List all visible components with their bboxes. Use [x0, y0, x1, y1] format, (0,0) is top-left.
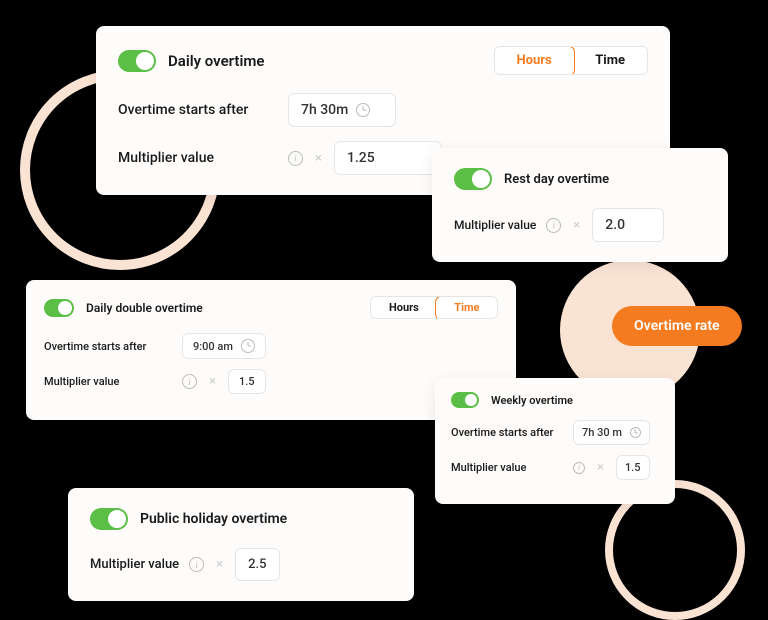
- times-symbol: ×: [595, 460, 606, 475]
- info-icon[interactable]: i: [573, 462, 585, 474]
- daily-overtime-toggle[interactable]: [118, 50, 156, 72]
- card-title: Weekly overtime: [491, 394, 573, 407]
- double-overtime-toggle[interactable]: [44, 299, 74, 317]
- starts-after-input[interactable]: 7h 30 m: [573, 420, 650, 445]
- multiplier-input[interactable]: 1.5: [616, 455, 650, 480]
- times-symbol: ×: [571, 218, 582, 233]
- multiplier-input[interactable]: 1.25: [334, 141, 442, 175]
- public-holiday-toggle[interactable]: [90, 508, 128, 530]
- public-holiday-overtime-card: Public holiday overtime Multiplier value…: [68, 488, 414, 601]
- multiplier-value: 1.5: [239, 375, 255, 388]
- starts-after-input[interactable]: 7h 30m: [288, 93, 396, 127]
- info-icon[interactable]: i: [182, 374, 197, 389]
- multiplier-label: Multiplier value: [90, 557, 179, 572]
- multiplier-input[interactable]: 1.5: [228, 369, 266, 394]
- multiplier-label: Multiplier value: [451, 461, 563, 474]
- hours-time-segmented: Hours Time: [494, 46, 648, 75]
- multiplier-value: 1.25: [347, 150, 375, 166]
- weekly-overtime-card: Weekly overtime Overtime starts after 7h…: [435, 378, 675, 504]
- starts-after-value: 7h 30m: [301, 102, 348, 118]
- segment-hours[interactable]: Hours: [371, 297, 437, 318]
- clock-icon: [630, 427, 641, 438]
- hours-time-segmented: Hours Time: [370, 296, 498, 319]
- times-symbol: ×: [214, 557, 225, 572]
- overtime-rate-pill[interactable]: Overtime rate: [612, 306, 742, 346]
- segment-time[interactable]: Time: [435, 296, 498, 319]
- segment-time[interactable]: Time: [573, 47, 647, 74]
- starts-after-label: Overtime starts after: [451, 426, 563, 439]
- rest-day-overtime-card: Rest day overtime Multiplier value i × 2…: [432, 148, 728, 262]
- card-title: Daily overtime: [168, 52, 264, 70]
- starts-after-label: Overtime starts after: [118, 102, 278, 118]
- starts-after-value: 7h 30 m: [582, 426, 622, 439]
- starts-after-value: 9:00 am: [193, 340, 233, 353]
- multiplier-value: 2.0: [605, 217, 625, 233]
- starts-after-label: Overtime starts after: [44, 340, 172, 353]
- info-icon[interactable]: i: [189, 557, 204, 572]
- multiplier-label: Multiplier value: [118, 150, 278, 166]
- times-symbol: ×: [313, 151, 324, 166]
- info-icon[interactable]: i: [546, 218, 561, 233]
- pill-label: Overtime rate: [634, 318, 720, 334]
- multiplier-label: Multiplier value: [454, 218, 536, 232]
- card-title: Public holiday overtime: [140, 511, 287, 527]
- starts-after-input[interactable]: 9:00 am: [182, 333, 266, 359]
- multiplier-input[interactable]: 2.5: [235, 548, 279, 581]
- multiplier-input[interactable]: 2.0: [592, 208, 664, 242]
- times-symbol: ×: [207, 374, 218, 389]
- multiplier-label: Multiplier value: [44, 375, 172, 388]
- multiplier-value: 2.5: [248, 557, 266, 572]
- rest-day-toggle[interactable]: [454, 168, 492, 190]
- clock-icon: [356, 103, 370, 117]
- multiplier-value: 1.5: [625, 461, 641, 474]
- weekly-overtime-toggle[interactable]: [451, 392, 479, 408]
- card-title: Rest day overtime: [504, 172, 609, 187]
- card-title: Daily double overtime: [86, 301, 203, 315]
- clock-icon: [241, 339, 255, 353]
- info-icon[interactable]: i: [288, 151, 303, 166]
- segment-hours[interactable]: Hours: [494, 46, 575, 75]
